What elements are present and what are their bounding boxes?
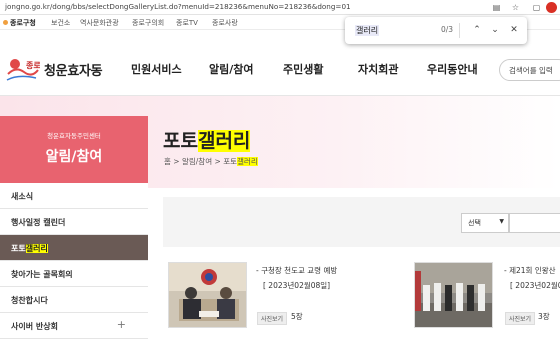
site-search-input[interactable]: 검색어를 입력 [499,59,560,81]
gallery-thumbnail[interactable] [414,262,493,328]
gallery-title[interactable]: - 제21회 인왕산 [504,265,556,276]
side-item-alley-meeting[interactable]: 찾아가는 골목회의 [0,261,148,287]
gallery-thumbnail[interactable] [168,262,247,328]
breadcrumb-home[interactable]: 홈 [164,157,171,166]
breadcrumb: 홈 > 알림/참여 > 포토갤러리 [164,157,258,166]
section-subtitle: 청운효자동주민센터 [47,132,101,140]
find-next-icon[interactable]: ⌄ [488,23,502,37]
nav-notice-participation[interactable]: 알림/참여 [209,61,254,77]
photo-meeting-image [169,263,246,327]
profile-avatar-icon[interactable] [546,2,557,13]
side-item-photo-gallery[interactable]: 포토갤러리 [0,235,148,261]
select-value: 선택 [468,219,481,227]
nav-residents-life[interactable]: 주민생활 [283,61,323,77]
side-item-label: 찾아가는 골목회의 [11,270,73,279]
side-item-label: 사이버 반상회 [11,322,58,331]
gallery-date: [ 2023년02월08일] [263,281,331,290]
site-header: 종로 청운효자동 민원서비스 알림/참여 주민생활 자치회관 우리동안내 검색어… [0,44,560,96]
find-close-icon[interactable]: ✕ [507,23,521,37]
photo-count: 5장 [291,312,303,321]
url-text[interactable]: jongno.go.kr/dong/bbs/selectDongGalleryL… [5,2,351,11]
side-item-event-calendar[interactable]: 행사일정 캘린더 [0,209,148,235]
side-item-label: 포토갤러리 [11,244,48,253]
page-title: 포토갤러리 [163,130,251,152]
search-type-select[interactable]: 선택 ▼ [461,213,509,233]
section-title: 알림/참여 [45,149,103,165]
nav-our-dong-guide[interactable]: 우리동안내 [427,61,478,77]
site-logo-text[interactable]: 청운효자동 [44,60,103,79]
gallery-card[interactable]: - 구청장 천도교 교령 예방 [ 2023년02월08일] 사진보기 5장 [168,262,388,332]
photo-view-badge[interactable]: 사진보기 [257,312,288,325]
bookmark-jongno-tv[interactable]: 종로TV [176,18,198,28]
gallery-date: [ 2023년02월0 [510,281,560,290]
side-item-cyber-meeting[interactable]: 사이버 반상회 + [0,313,148,339]
keyword-input[interactable] [509,213,560,233]
photo-ceremony-image [415,263,492,327]
find-match-count: 0/3 [441,25,454,34]
expand-plus-icon[interactable]: + [117,318,126,331]
find-divider [459,23,460,38]
breadcrumb-current: 포토갤러리 [223,157,258,166]
bookmark-favicon-icon [3,20,8,25]
bookmark-jongno-love[interactable]: 종로사랑 [212,18,238,28]
search-filter-area: 선택 ▼ [163,197,560,247]
side-item-praise[interactable]: 청찬합시다 [0,287,148,313]
section-title-box: 청운효자동주민센터 알림/참여 [0,116,148,183]
side-item-news[interactable]: 새소식 [0,183,148,209]
search-placeholder: 검색어를 입력 [509,66,553,75]
bookmark-council[interactable]: 종로구의회 [132,18,164,28]
bookmark-jongno-office[interactable]: 종로구청 [10,18,36,28]
side-item-label: 새소식 [11,192,34,201]
side-menu: 새소식 행사일정 캘린더 포토갤러리 찾아가는 골목회의 청찬합시다 사이버 반… [0,183,148,339]
find-bar: 갤러리 0/3 ⌃ ⌄ ✕ [345,17,527,44]
nav-civil-service[interactable]: 민원서비스 [131,61,182,77]
jongno-emblem-icon[interactable]: 종로 [4,54,40,86]
chevron-down-icon: ▼ [499,218,504,225]
nav-autonomy-hall[interactable]: 자치회관 [358,61,398,77]
photo-view-badge[interactable]: 사진보기 [505,312,536,325]
gallery-card[interactable]: - 제21회 인왕산 [ 2023년02월0 사진보기 3장 [414,262,560,332]
browser-window: jongno.go.kr/dong/bbs/selectDongGalleryL… [0,0,560,339]
bookmark-health-center[interactable]: 보건소 [51,18,70,28]
find-prev-icon[interactable]: ⌃ [470,23,484,37]
bookmark-star-icon[interactable]: ☆ [510,2,521,13]
photo-count: 3장 [538,312,550,321]
side-item-label: 행사일정 캘린더 [11,218,66,227]
find-input[interactable]: 갤러리 [355,25,380,36]
extension-icon[interactable]: ▢ [531,2,542,13]
breadcrumb-section[interactable]: 알림/참여 [182,157,212,166]
address-bar: jongno.go.kr/dong/bbs/selectDongGalleryL… [0,0,560,15]
side-item-label: 청찬합시다 [11,296,48,305]
gallery-title[interactable]: - 구청장 천도교 교령 예방 [256,265,337,276]
emblem-text: 종로 [26,61,40,70]
bookmark-history-culture[interactable]: 역사문화관광 [80,18,119,28]
page-action-icon[interactable]: ▤ [491,2,502,13]
